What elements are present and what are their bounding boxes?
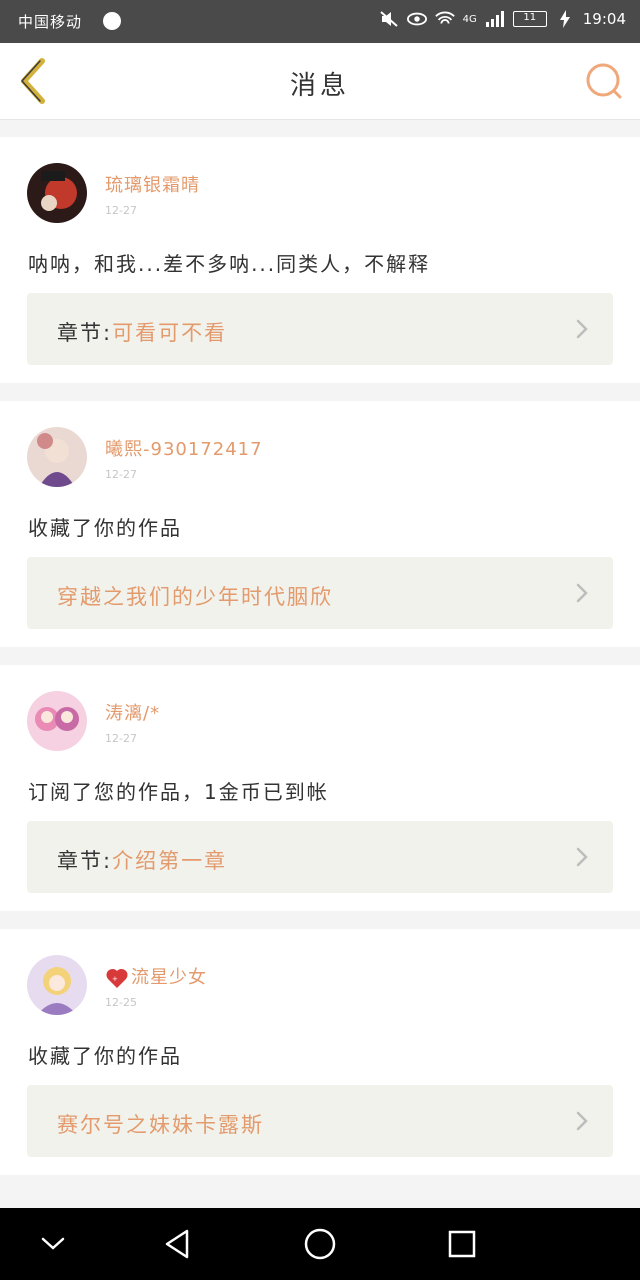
system-nav-bar bbox=[0, 1208, 640, 1280]
user-name[interactable]: 琉璃银霜晴 bbox=[105, 171, 200, 197]
battery-indicator: 11 bbox=[512, 11, 547, 27]
chevron-right-icon bbox=[576, 847, 588, 867]
recents-nav-button[interactable] bbox=[442, 1226, 482, 1262]
globe-icon bbox=[103, 12, 121, 30]
user-name[interactable]: + 流星少女 bbox=[105, 963, 207, 989]
chevron-right-icon bbox=[576, 583, 588, 603]
signal-icon bbox=[485, 10, 505, 28]
triangle-back-icon bbox=[165, 1229, 189, 1259]
message-date: 12-27 bbox=[105, 732, 137, 745]
chevron-right-icon bbox=[576, 319, 588, 339]
page-title: 消息 bbox=[289, 71, 350, 101]
status-bar: 中国移动 4G 11 19:04 bbox=[0, 0, 640, 43]
message-list: 琉璃银霜晴 12-27 呐呐，和我...差不多呐...同类人，不解释 章节:可看… bbox=[0, 137, 640, 1193]
user-name-text: 流星少女 bbox=[131, 967, 207, 988]
heart-badge-icon: + bbox=[106, 968, 128, 988]
search-button[interactable] bbox=[584, 61, 624, 101]
message-date: 12-25 bbox=[105, 996, 137, 1009]
ref-key: 章节: bbox=[57, 849, 113, 873]
ref-label: 赛尔号之妹妹卡露斯 bbox=[57, 1109, 264, 1139]
avatar[interactable] bbox=[27, 955, 87, 1015]
ref-value: 可看可不看 bbox=[112, 321, 228, 345]
referenced-work[interactable]: 赛尔号之妹妹卡露斯 bbox=[27, 1085, 613, 1157]
user-name[interactable]: 涛漓/* bbox=[105, 699, 160, 725]
user-name[interactable]: 曦熙-930172417 bbox=[105, 435, 263, 461]
ref-value: 赛尔号之妹妹卡露斯 bbox=[57, 1113, 264, 1137]
header: 消息 bbox=[0, 43, 640, 120]
chevron-down-icon bbox=[41, 1237, 65, 1250]
message-card: 曦熙-930172417 12-27 收藏了你的作品 穿越之我们的少年时代胭欣 bbox=[0, 401, 640, 647]
message-card: 琉璃银霜晴 12-27 呐呐，和我...差不多呐...同类人，不解释 章节:可看… bbox=[0, 137, 640, 383]
carrier-label: 中国移动 bbox=[18, 13, 83, 31]
message-text: 收藏了你的作品 bbox=[28, 1044, 182, 1068]
avatar[interactable] bbox=[27, 691, 87, 751]
avatar[interactable] bbox=[27, 427, 87, 487]
eye-icon bbox=[406, 10, 427, 28]
message-date: 12-27 bbox=[105, 468, 137, 481]
chevron-right-icon bbox=[576, 1111, 588, 1131]
ref-label: 章节:可看可不看 bbox=[57, 317, 227, 347]
ref-value: 介绍第一章 bbox=[112, 849, 228, 873]
message-text: 收藏了你的作品 bbox=[28, 516, 182, 540]
clock: 19:04 bbox=[582, 10, 626, 28]
message-card: + 流星少女 12-25 收藏了你的作品 赛尔号之妹妹卡露斯 bbox=[0, 929, 640, 1175]
message-text: 订阅了您的作品，1金币已到帐 bbox=[28, 780, 329, 804]
ref-key: 章节: bbox=[57, 321, 113, 345]
svg-text:+: + bbox=[112, 975, 119, 983]
circle-home-icon bbox=[304, 1228, 336, 1260]
status-icons: 4G 11 19:04 bbox=[379, 10, 626, 28]
charging-icon bbox=[555, 10, 575, 28]
back-nav-button[interactable] bbox=[157, 1226, 197, 1262]
home-nav-button[interactable] bbox=[300, 1226, 340, 1262]
avatar[interactable] bbox=[27, 163, 87, 223]
message-date: 12-27 bbox=[105, 204, 137, 217]
message-card: 涛漓/* 12-27 订阅了您的作品，1金币已到帐 章节:介绍第一章 bbox=[0, 665, 640, 911]
ref-label: 章节:介绍第一章 bbox=[57, 845, 227, 875]
hide-nav-button[interactable] bbox=[33, 1226, 73, 1262]
search-icon bbox=[586, 63, 622, 99]
referenced-work[interactable]: 穿越之我们的少年时代胭欣 bbox=[27, 557, 613, 629]
network-type: 4G bbox=[462, 13, 477, 25]
message-text: 呐呐，和我...差不多呐...同类人，不解释 bbox=[28, 252, 431, 276]
referenced-work[interactable]: 章节:可看可不看 bbox=[27, 293, 613, 365]
square-recents-icon bbox=[448, 1230, 476, 1258]
ref-label: 穿越之我们的少年时代胭欣 bbox=[57, 581, 333, 611]
wifi-icon bbox=[434, 10, 455, 28]
ref-value: 穿越之我们的少年时代胭欣 bbox=[57, 585, 333, 609]
mute-icon bbox=[379, 10, 399, 28]
referenced-work[interactable]: 章节:介绍第一章 bbox=[27, 821, 613, 893]
